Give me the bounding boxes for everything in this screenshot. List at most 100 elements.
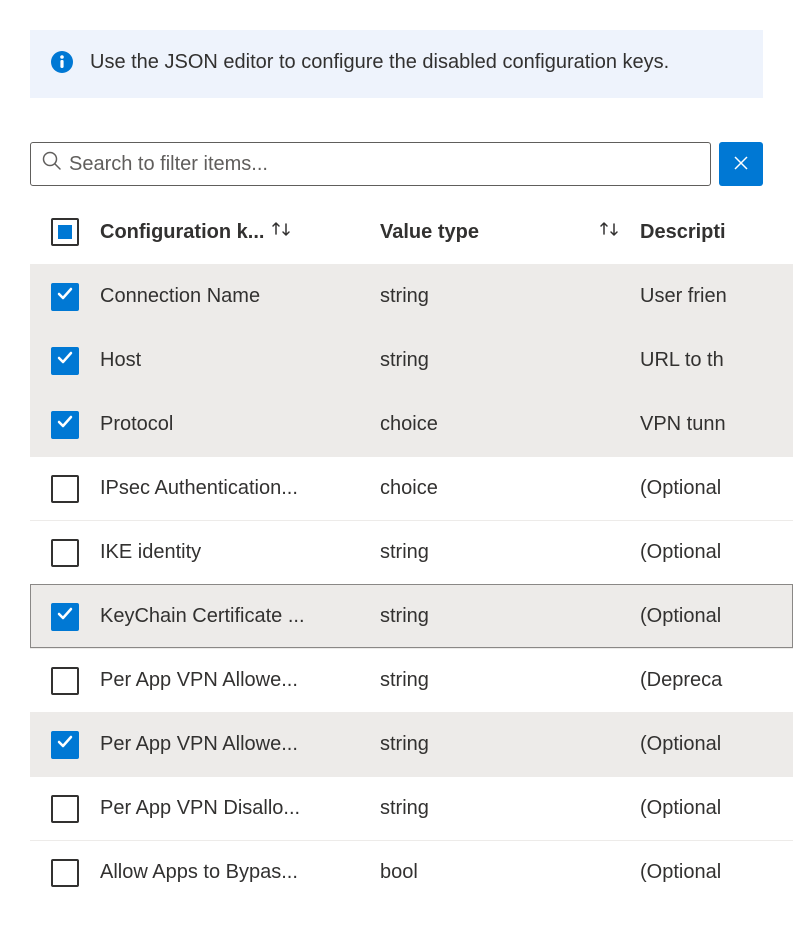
table-row[interactable]: ProtocolchoiceVPN tunn <box>30 392 793 456</box>
row-desc-cell: (Optional <box>640 797 793 820</box>
row-checkbox[interactable] <box>51 539 79 567</box>
row-type-cell: string <box>380 605 640 628</box>
table-row[interactable]: Per App VPN Disallo... string (Optional <box>30 776 793 840</box>
row-type-text: string <box>380 349 429 372</box>
row-checkbox-cell[interactable] <box>30 475 100 503</box>
row-checkbox[interactable] <box>51 283 79 311</box>
row-key-text: Per App VPN Disallo... <box>100 797 300 820</box>
row-desc-cell: (Depreca <box>640 669 793 692</box>
row-checkbox-cell[interactable] <box>30 411 100 439</box>
row-checkbox[interactable] <box>51 731 79 759</box>
row-checkbox-cell[interactable] <box>30 603 100 631</box>
row-key-cell: Per App VPN Allowe... <box>100 733 380 756</box>
row-type-text: string <box>380 285 429 308</box>
row-type-cell: string <box>380 669 640 692</box>
checkmark-icon <box>55 604 75 630</box>
row-checkbox-cell[interactable] <box>30 859 100 887</box>
row-key-cell: IPsec Authentication... <box>100 477 380 500</box>
row-key-cell: Connection Name <box>100 285 380 308</box>
row-desc-text: (Depreca <box>640 669 722 691</box>
row-checkbox-cell[interactable] <box>30 667 100 695</box>
table-row[interactable]: IPsec Authentication... choice (Optional <box>30 456 793 520</box>
close-icon <box>733 155 749 174</box>
row-key-cell: KeyChain Certificate ... <box>100 605 380 628</box>
sort-icon <box>598 220 620 244</box>
row-checkbox-cell[interactable] <box>30 347 100 375</box>
row-checkbox-cell[interactable] <box>30 795 100 823</box>
info-banner-text: Use the JSON editor to configure the dis… <box>90 48 669 76</box>
row-desc-text: VPN tunn <box>640 413 726 435</box>
row-key-cell: Per App VPN Disallo... <box>100 797 380 820</box>
row-type-text: string <box>380 669 429 692</box>
row-type-text: bool <box>380 861 418 884</box>
column-header-desc-label: Descripti <box>640 221 726 243</box>
row-key-text: Host <box>100 349 141 372</box>
row-key-text: Per App VPN Allowe... <box>100 669 298 692</box>
row-desc-text: (Optional <box>640 541 721 563</box>
table-row[interactable]: Per App VPN Allowe... string (Depreca <box>30 648 793 712</box>
row-desc-cell: (Optional <box>640 733 793 756</box>
column-header-type[interactable]: Value type <box>380 220 640 244</box>
table-header: Configuration k... Value type Descripti <box>30 206 793 264</box>
row-key-text: IPsec Authentication... <box>100 477 298 500</box>
row-key-text: Connection Name <box>100 285 260 308</box>
info-banner: Use the JSON editor to configure the dis… <box>30 30 763 98</box>
row-checkbox[interactable] <box>51 475 79 503</box>
row-checkbox-cell[interactable] <box>30 731 100 759</box>
row-type-text: string <box>380 605 429 628</box>
row-key-cell: Allow Apps to Bypas... <box>100 861 380 884</box>
row-checkbox-cell[interactable] <box>30 539 100 567</box>
row-type-text: string <box>380 733 429 756</box>
row-desc-text: User frien <box>640 285 727 307</box>
row-desc-cell: (Optional <box>640 861 793 884</box>
search-input[interactable] <box>69 153 700 176</box>
row-key-text: IKE identity <box>100 541 201 564</box>
row-key-cell: IKE identity <box>100 541 380 564</box>
checkmark-icon <box>55 412 75 438</box>
row-desc-text: (Optional <box>640 733 721 755</box>
select-all-checkbox[interactable] <box>51 218 79 246</box>
row-key-text: KeyChain Certificate ... <box>100 605 305 628</box>
column-header-desc[interactable]: Descripti <box>640 221 793 244</box>
row-checkbox-cell[interactable] <box>30 283 100 311</box>
row-checkbox[interactable] <box>51 347 79 375</box>
table-row[interactable]: Host string URL to th <box>30 328 793 392</box>
column-header-key-label: Configuration k... <box>100 221 264 244</box>
row-desc-cell: (Optional <box>640 541 793 564</box>
row-checkbox[interactable] <box>51 411 79 439</box>
row-checkbox[interactable] <box>51 603 79 631</box>
indeterminate-mark <box>58 225 72 239</box>
row-desc-text: (Optional <box>640 797 721 819</box>
table-row[interactable]: Allow Apps to Bypas... bool (Optional <box>30 840 793 904</box>
row-type-cell: string <box>380 349 640 372</box>
table-row[interactable]: IKE identitystring(Optional <box>30 520 793 584</box>
row-desc-text: URL to th <box>640 349 724 371</box>
row-desc-cell: (Optional <box>640 605 793 628</box>
row-key-cell: Host <box>100 349 380 372</box>
checkmark-icon <box>55 348 75 374</box>
row-desc-text: (Optional <box>640 477 721 499</box>
select-all-cell[interactable] <box>30 218 100 246</box>
row-key-cell: Protocol <box>100 413 380 436</box>
clear-search-button[interactable] <box>719 142 763 186</box>
row-type-text: choice <box>380 477 438 500</box>
row-checkbox[interactable] <box>51 859 79 887</box>
column-header-key[interactable]: Configuration k... <box>100 220 380 244</box>
row-key-cell: Per App VPN Allowe... <box>100 669 380 692</box>
search-row <box>30 142 793 186</box>
search-input-wrap[interactable] <box>30 142 711 186</box>
search-icon <box>41 150 63 178</box>
row-type-cell: choice <box>380 413 640 436</box>
row-checkbox[interactable] <box>51 667 79 695</box>
table-row[interactable]: KeyChain Certificate ... string (Optional <box>30 584 793 648</box>
table-row[interactable]: Connection Name string User frien <box>30 264 793 328</box>
row-type-cell: string <box>380 797 640 820</box>
row-type-cell: string <box>380 733 640 756</box>
table-row[interactable]: Per App VPN Allowe...string (Optional <box>30 712 793 776</box>
row-checkbox[interactable] <box>51 795 79 823</box>
row-type-text: string <box>380 797 429 820</box>
row-desc-cell: URL to th <box>640 349 793 372</box>
row-type-cell: choice <box>380 477 640 500</box>
row-key-text: Allow Apps to Bypas... <box>100 861 298 884</box>
column-header-type-label: Value type <box>380 221 479 244</box>
